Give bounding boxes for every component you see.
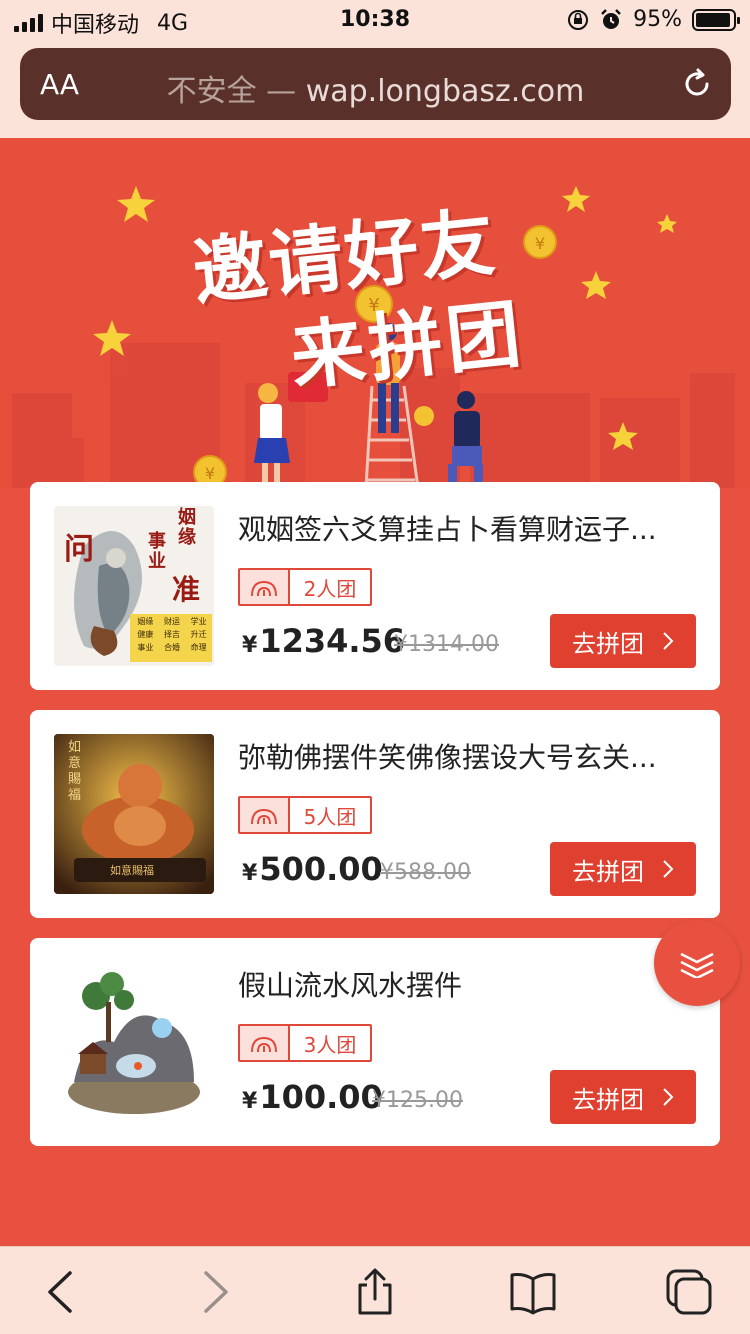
price: ¥500.00	[242, 850, 383, 888]
join-group-button[interactable]: 去拼团	[550, 842, 696, 896]
battery-percent: 95%	[633, 7, 682, 32]
group-icon	[240, 570, 290, 604]
orientation-lock-icon	[568, 9, 589, 30]
chevron-right-icon[interactable]	[190, 1267, 240, 1317]
url-display[interactable]: 不安全 — wap.longbasz.com	[20, 66, 731, 110]
hero-banner: ¥ ¥ ¥ 邀请好友 来拼团	[0, 138, 750, 488]
price-value: 1234.56	[259, 622, 406, 660]
thumb-grid-item: 健康	[137, 630, 154, 639]
group-size-tag: 3人团	[238, 1024, 372, 1062]
alarm-icon	[601, 8, 621, 29]
book-icon[interactable]	[508, 1267, 558, 1317]
product-thumbnail[interactable]: 问 事业 姻缘 准 姻缘 财运 学业 健康 择吉 升迁 事业 合婚 命理	[54, 506, 214, 666]
thumb-grid-item: 姻缘	[137, 617, 154, 626]
address-bar[interactable]: AA 不安全 — wap.longbasz.com	[20, 48, 731, 120]
thumb-grid-item: 事业	[137, 643, 154, 652]
product-title[interactable]: 假山流水风水摆件	[238, 964, 698, 1004]
price-value: 100.00	[259, 1078, 383, 1116]
insecure-label: 不安全 —	[166, 74, 297, 109]
thumb-blessing-text: 如意賜福	[68, 740, 82, 803]
product-thumbnail[interactable]	[54, 962, 214, 1122]
browser-toolbar	[0, 1246, 750, 1334]
battery-fill	[696, 12, 731, 27]
svg-text:¥: ¥	[205, 464, 215, 483]
thumb-grid-item: 命理	[190, 643, 207, 652]
status-bar: 中国移动 4G 10:38 95%	[0, 0, 750, 40]
original-price: ¥125.00	[372, 1088, 463, 1113]
thumb-accurate-char: 准	[172, 573, 201, 606]
group-size-tag: 5人团	[238, 796, 372, 834]
thumb-grid: 姻缘 财运 学业 健康 择吉 升迁 事业 合婚 命理	[132, 616, 212, 653]
reload-icon[interactable]	[679, 66, 715, 102]
scroll-down-button[interactable]	[654, 920, 740, 1006]
url-text: wap.longbasz.com	[305, 74, 585, 109]
product-title[interactable]: 弥勒佛摆件笑佛像摆设大号玄关...	[238, 736, 698, 776]
group-size-tag: 2人团	[238, 568, 372, 606]
thumb-grid-item: 择吉	[163, 630, 180, 639]
join-group-label: 去拼团	[572, 1085, 644, 1114]
group-size-label: 3人团	[303, 1032, 357, 1057]
thumb-main-char: 问	[64, 532, 94, 567]
thumb-grid-item: 财运	[163, 617, 180, 626]
currency-symbol: ¥	[242, 1089, 258, 1114]
status-right: 95%	[567, 7, 740, 32]
join-group-label: 去拼团	[572, 629, 644, 658]
chevron-double-down-icon	[680, 952, 714, 978]
group-icon	[240, 1026, 290, 1060]
chevron-right-icon	[663, 632, 674, 650]
price: ¥100.00	[242, 1078, 383, 1116]
currency-symbol: ¥	[242, 633, 258, 658]
product-thumbnail[interactable]: 如意賜福 如意賜福	[54, 734, 214, 894]
thumb-base-text: 如意賜福	[110, 864, 154, 877]
svg-text:¥: ¥	[535, 234, 545, 253]
group-size-label: 2人团	[303, 576, 357, 601]
tabs-icon[interactable]	[664, 1267, 714, 1317]
thumb-marriage-text: 姻缘	[178, 507, 196, 548]
original-price: ¥588.00	[380, 860, 471, 885]
product-title[interactable]: 观姻签六爻算挂占卜看算财运子...	[238, 508, 698, 548]
browser-chrome: AA 不安全 — wap.longbasz.com	[0, 40, 750, 138]
join-group-label: 去拼团	[572, 857, 644, 886]
product-card[interactable]: 如意賜福 如意賜福 弥勒佛摆件笑佛像摆设大号玄关... 5人团 ¥500.00 …	[30, 710, 720, 918]
thumb-career-text: 事业	[148, 531, 166, 572]
product-card[interactable]: 假山流水风水摆件 3人团 ¥100.00 ¥125.00 去拼团	[30, 938, 720, 1146]
thumb-grid-item: 合婚	[163, 643, 180, 652]
join-group-button[interactable]: 去拼团	[550, 1070, 696, 1124]
price: ¥1234.56	[242, 622, 405, 660]
currency-symbol: ¥	[242, 861, 258, 886]
thumb-grid-item: 学业	[190, 617, 207, 626]
thumb-grid-item: 升迁	[190, 630, 207, 639]
share-icon[interactable]	[350, 1267, 400, 1317]
group-icon	[240, 798, 290, 832]
rockery-fountain-image	[54, 962, 214, 1122]
chevron-right-icon	[663, 1088, 674, 1106]
battery-icon	[692, 8, 740, 31]
chevron-right-icon	[663, 860, 674, 878]
chevron-left-icon[interactable]	[36, 1267, 86, 1317]
original-price: ¥1314.00	[394, 632, 499, 657]
group-size-label: 5人团	[303, 804, 357, 829]
price-value: 500.00	[259, 850, 383, 888]
product-card[interactable]: 问 事业 姻缘 准 姻缘 财运 学业 健康 择吉 升迁 事业 合婚 命理 观姻签…	[30, 482, 720, 690]
join-group-button[interactable]: 去拼团	[550, 614, 696, 668]
